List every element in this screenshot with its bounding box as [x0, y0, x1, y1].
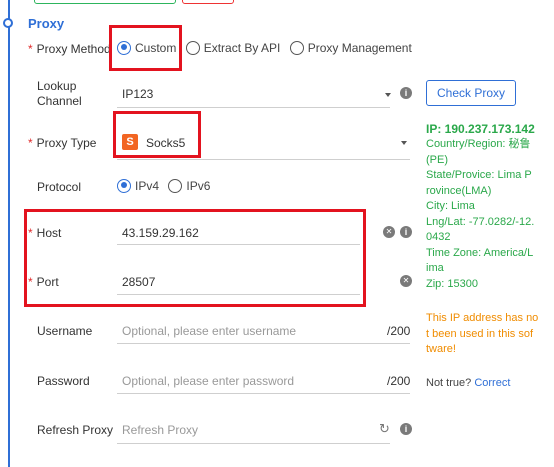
top-green-button[interactable] — [34, 0, 176, 4]
highlight-box-proxy-type — [113, 111, 201, 158]
ip-warning-line: t been used in this sof — [426, 327, 534, 340]
chevron-down-icon[interactable] — [401, 141, 407, 145]
info-icon[interactable]: i — [400, 87, 412, 99]
radio-ipv6[interactable] — [168, 178, 183, 193]
radio-ipv4-label[interactable]: IPv4 — [135, 179, 159, 193]
radio-proxy-management-label[interactable]: Proxy Management — [308, 41, 412, 55]
username-underline — [117, 343, 410, 344]
info-icon[interactable]: i — [400, 226, 412, 238]
ip-info-line: Country/Region: 秘鲁 — [426, 138, 531, 150]
proxy-method-label-text: Proxy Method — [36, 42, 111, 56]
lookup-channel-label: Lookup Channel — [37, 79, 82, 109]
host-underline — [117, 244, 360, 245]
protocol-label: Protocol — [37, 180, 82, 194]
highlight-box-host-port — [24, 209, 366, 307]
lookup-channel-value[interactable]: IP123 — [122, 87, 153, 101]
password-input[interactable]: Optional, please enter password — [122, 374, 294, 388]
ip-info-line: City: Lima — [426, 200, 475, 212]
refresh-proxy-label: Refresh Proxy — [37, 423, 114, 437]
radio-proxy-management[interactable] — [289, 40, 304, 55]
lookup-channel-underline — [117, 107, 390, 108]
username-input[interactable]: Optional, please enter username — [122, 324, 296, 338]
lookup-channel-label-line1: Lookup — [37, 79, 77, 93]
ip-info-line: 0432 — [426, 231, 451, 243]
ip-info-line: Time Zone: America/L — [426, 246, 534, 259]
port-underline — [117, 294, 360, 295]
chevron-down-icon[interactable] — [385, 93, 391, 97]
radio-extract-by-api-label[interactable]: Extract By API — [204, 41, 281, 55]
required-mark: * — [28, 136, 33, 150]
password-underline — [117, 393, 410, 394]
ip-info-line: State/Provice: Lima P — [426, 169, 532, 181]
ip-warning: This IP address has no t been used in th… — [426, 311, 550, 358]
ip-info-line: ima — [426, 262, 444, 274]
proxy-method-label: * Proxy Method — [28, 42, 111, 57]
username-counter: /200 — [387, 324, 411, 338]
highlight-box-method — [109, 25, 182, 71]
timeline-dot — [3, 18, 13, 28]
ip-info-line: rovince(LMA) — [426, 184, 492, 197]
ip-warning-line: tware! — [426, 343, 456, 355]
radio-ipv6-label[interactable]: IPv6 — [186, 179, 210, 193]
ip-info-panel: IP: 190.237.173.142 Country/Region: 秘鲁 (… — [426, 122, 550, 292]
close-icon[interactable]: ✕ — [383, 226, 395, 238]
lookup-channel-label-line2: Channel — [37, 94, 82, 108]
ip-info-line: Lng/Lat: -77.0282/-12. — [426, 215, 535, 228]
password-counter: /200 — [387, 374, 411, 388]
radio-ipv4[interactable] — [117, 178, 131, 193]
ip-warning-line: This IP address has no — [426, 312, 539, 324]
host-input[interactable]: 43.159.29.162 — [122, 226, 199, 240]
not-true-row: Not true? Correct — [426, 377, 510, 389]
required-mark: * — [28, 42, 33, 56]
host-label-text: Host — [36, 226, 62, 240]
port-input[interactable]: 28507 — [122, 275, 155, 289]
ip-info-line: Zip: 15300 — [426, 277, 478, 290]
info-icon[interactable]: i — [400, 423, 412, 435]
required-mark: * — [28, 275, 33, 289]
timeline-line — [8, 0, 10, 467]
not-true-text: Not true? — [426, 377, 472, 389]
password-label: Password — [37, 374, 90, 388]
proxy-type-label: * Proxy Type — [28, 136, 96, 151]
proxy-type-underline — [117, 159, 410, 160]
ip-address: IP: 190.237.173.142 — [426, 122, 535, 136]
top-red-button[interactable] — [182, 0, 234, 4]
close-icon[interactable]: ✕ — [400, 275, 412, 287]
port-label-text: Port — [36, 275, 59, 289]
required-mark: * — [28, 226, 33, 240]
section-title: Proxy — [28, 16, 65, 31]
host-label: * Host — [28, 226, 61, 241]
correct-link[interactable]: Correct — [474, 377, 510, 389]
username-label: Username — [37, 324, 93, 338]
port-label: * Port — [28, 275, 59, 290]
refresh-proxy-input[interactable]: Refresh Proxy — [122, 423, 198, 437]
ip-info-line: (PE) — [426, 153, 448, 166]
check-proxy-button[interactable]: Check Proxy — [426, 80, 516, 106]
radio-extract-by-api[interactable] — [185, 40, 200, 55]
protocol-radio-group: IPv4 IPv6 — [117, 178, 216, 193]
refresh-icon[interactable]: ↻ — [379, 421, 390, 437]
refresh-proxy-underline — [117, 443, 390, 444]
proxy-type-label-text: Proxy Type — [36, 136, 97, 150]
